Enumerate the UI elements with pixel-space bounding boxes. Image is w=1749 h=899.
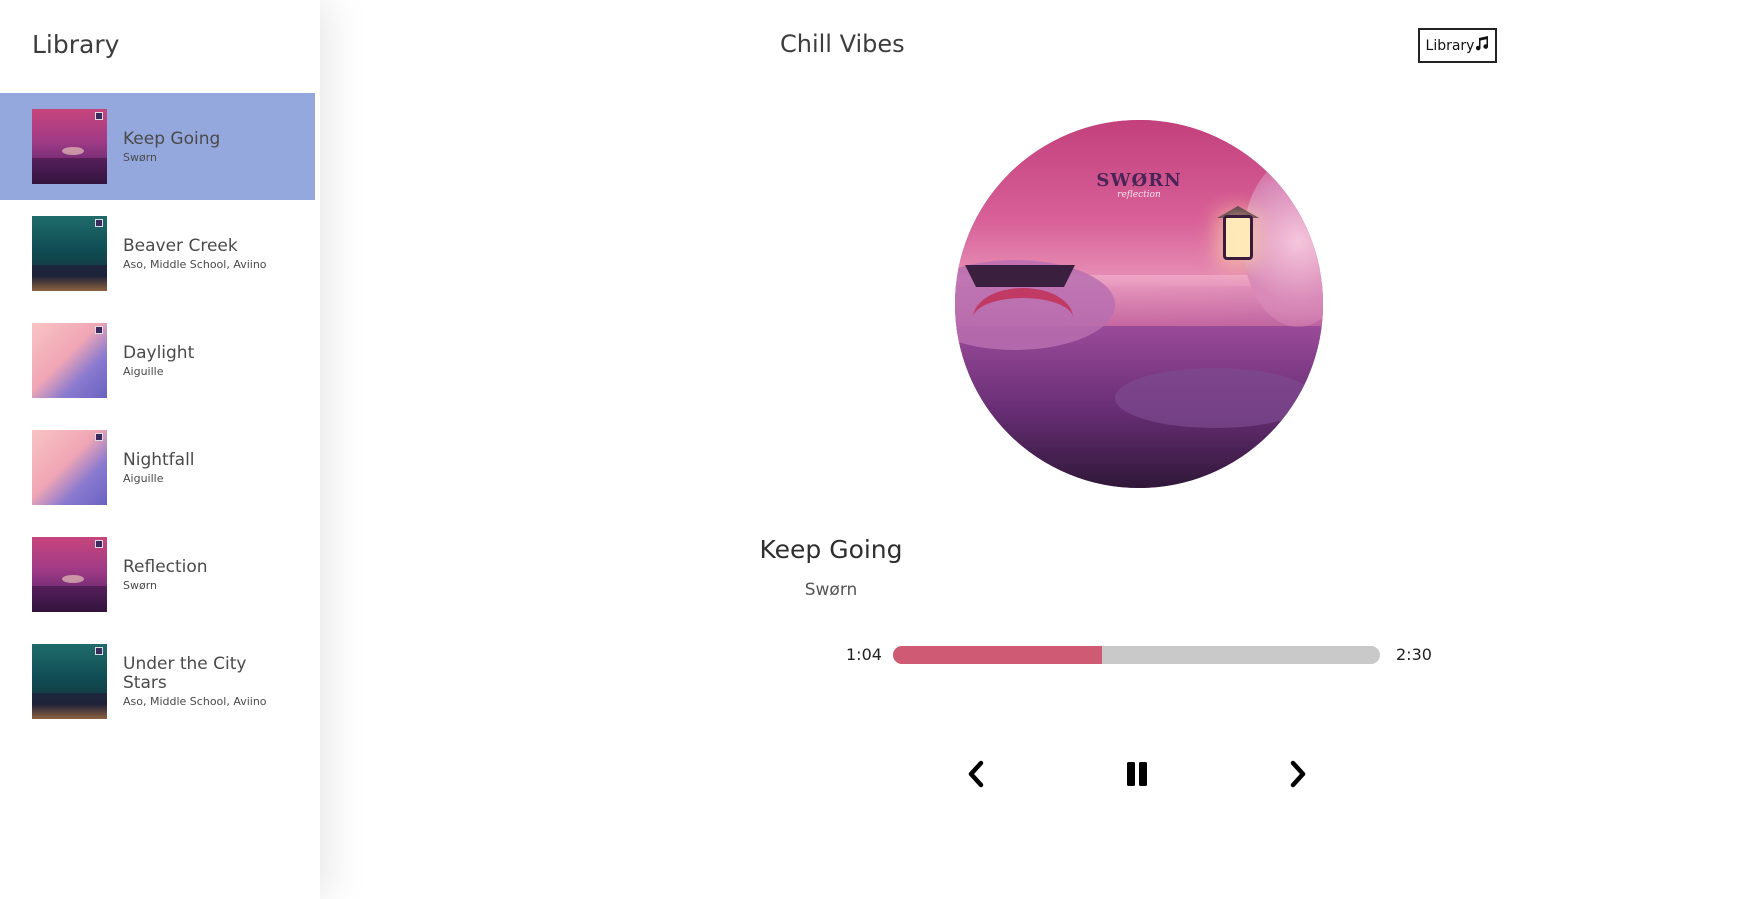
library-button-label: Library: [1425, 37, 1475, 54]
total-time: 2:30: [1396, 645, 1432, 664]
play-pause-button[interactable]: [1117, 756, 1157, 796]
song-artist: Aso, Middle School, Aviino: [123, 695, 267, 708]
current-time: 1:04: [846, 645, 882, 664]
album-art-disc: SWØRN reflection: [955, 120, 1323, 488]
song-item-keep-going[interactable]: Keep Going Swørn: [0, 93, 315, 200]
next-track-button[interactable]: [1278, 756, 1318, 796]
song-name: Reflection: [123, 556, 208, 577]
previous-track-button[interactable]: [956, 756, 996, 796]
song-item-daylight[interactable]: Daylight Aiguille: [0, 307, 315, 414]
album-logo: SWØRN: [1096, 170, 1182, 191]
song-item-nightfall[interactable]: Nightfall Aiguille: [0, 414, 315, 521]
page-title: Chill Vibes: [780, 30, 905, 58]
song-name: Keep Going: [123, 128, 221, 149]
song-info: Daylight Aiguille: [123, 342, 293, 378]
album-subtitle: reflection: [1117, 190, 1161, 200]
song-item-reflection[interactable]: Reflection Swørn: [0, 521, 315, 628]
library-toggle-button[interactable]: Library: [1418, 28, 1497, 63]
song-item-under-the-city-stars[interactable]: Under the City Stars Aso, Middle School,…: [0, 628, 315, 735]
sidebar-title: Library: [32, 30, 120, 59]
song-info: Reflection Swørn: [123, 556, 293, 592]
song-artist: Swørn: [123, 578, 158, 592]
track-artist: Swørn: [804, 580, 858, 600]
song-info: Keep Going Swørn: [123, 128, 293, 164]
song-name: Nightfall: [123, 449, 195, 470]
progress-slider[interactable]: [893, 646, 1380, 664]
song-info: Beaver Creek Aso, Middle School, Aviino: [123, 235, 293, 271]
album-cover: [32, 537, 107, 612]
song-name: Daylight: [123, 342, 195, 363]
album-cover: [32, 430, 107, 505]
music-note-icon: [1475, 36, 1489, 55]
song-info: Nightfall Aiguille: [123, 449, 293, 485]
progress-fill: [893, 646, 1103, 664]
song-info: Under the City Stars Aso, Middle School,…: [123, 654, 293, 709]
song-artist: Aiguille: [123, 471, 164, 485]
song-artist: Swørn: [123, 150, 158, 164]
album-cover: [32, 216, 107, 291]
track-title: Keep Going: [759, 535, 903, 564]
album-cover: [32, 109, 107, 184]
album-cover: [32, 644, 107, 719]
song-artist: Aiguille: [123, 364, 164, 378]
song-name: Beaver Creek: [123, 235, 238, 256]
pause-icon: [1125, 761, 1149, 791]
library-sidebar: Library Keep Going Swørn Beaver Creek As…: [0, 0, 320, 899]
lantern-illustration: [1223, 215, 1253, 260]
song-list: Keep Going Swørn Beaver Creek Aso, Middl…: [0, 93, 315, 735]
chevron-right-icon: [1288, 760, 1308, 792]
song-artist: Aso, Middle School, Aviino: [123, 257, 267, 271]
album-cover: [32, 323, 107, 398]
chevron-left-icon: [966, 760, 986, 792]
song-name: Under the City Stars: [123, 654, 247, 693]
song-item-beaver-creek[interactable]: Beaver Creek Aso, Middle School, Aviino: [0, 200, 315, 307]
